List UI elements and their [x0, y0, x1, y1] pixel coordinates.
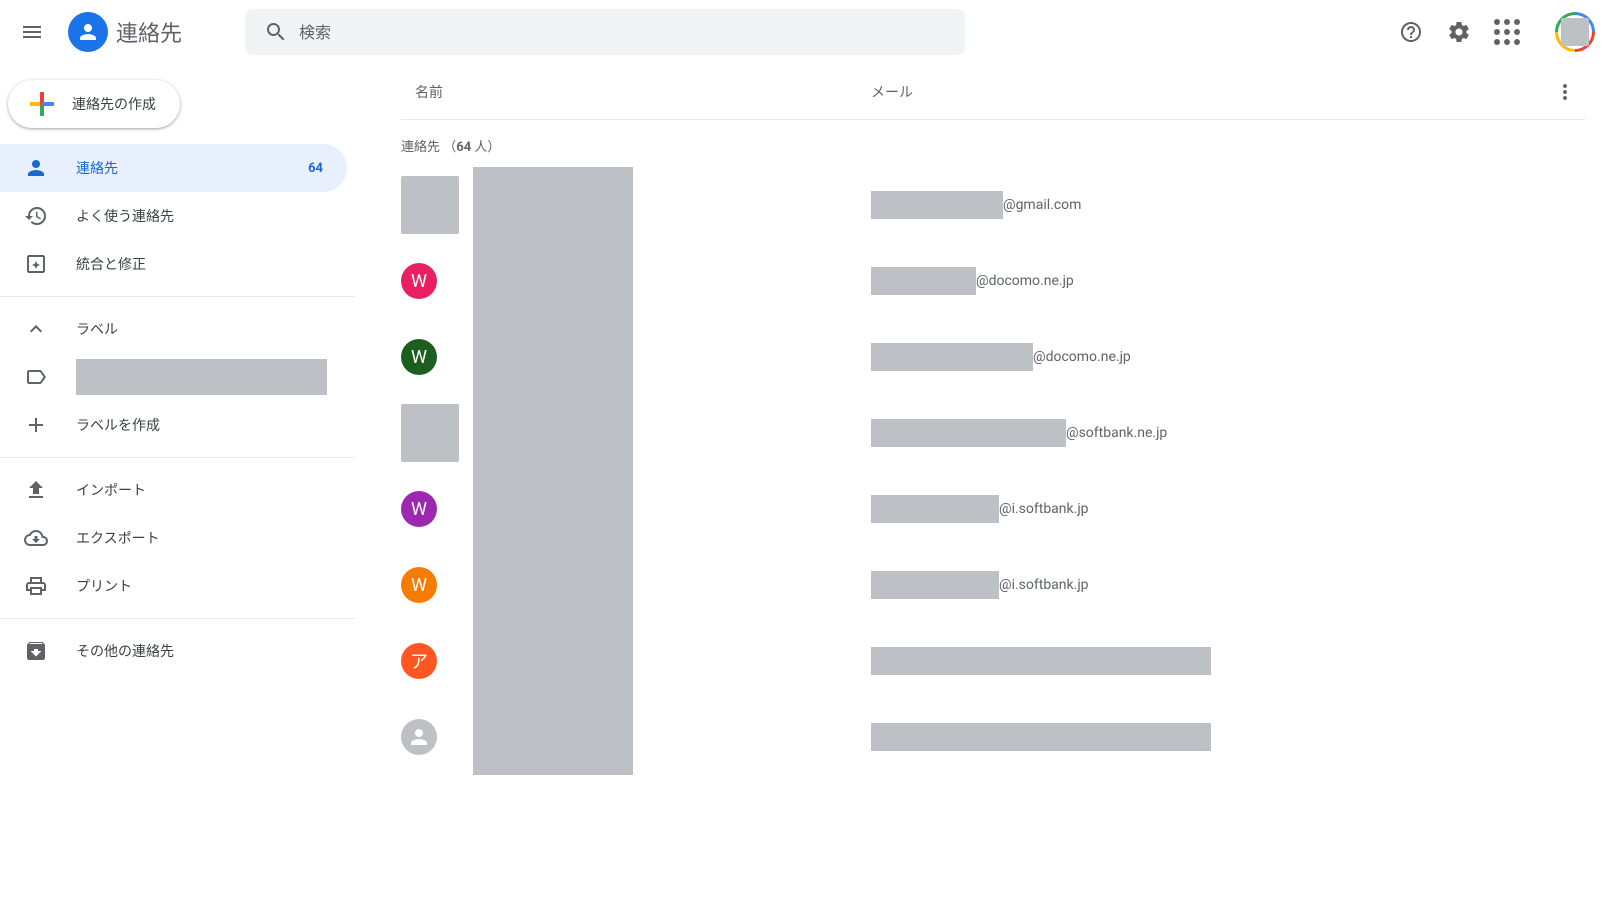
- contact-email: @softbank.ne.jp: [871, 419, 1585, 447]
- email-redacted: [871, 267, 976, 295]
- nav-count-contacts: 64: [308, 161, 323, 176]
- email-redacted: [871, 419, 1066, 447]
- nav-label-frequent: よく使う連絡先: [76, 206, 323, 226]
- print-icon: [24, 574, 48, 598]
- contact-avatar-icon: W: [401, 491, 437, 527]
- hamburger-icon: [20, 20, 44, 44]
- contact-email: @docomo.ne.jp: [871, 267, 1585, 295]
- sidebar-item-frequent[interactable]: よく使う連絡先: [0, 192, 347, 240]
- name-column-redacted: [473, 167, 633, 775]
- plus-icon: [24, 413, 48, 437]
- nav-label-contacts: 連絡先: [76, 158, 280, 178]
- upload-icon: [24, 478, 48, 502]
- nav-label-print: プリント: [76, 576, 323, 596]
- apps-grid-icon: [1494, 19, 1520, 45]
- help-icon: [1399, 20, 1423, 44]
- app-title: 連絡先: [116, 16, 182, 48]
- contact-avatar-icon: W: [401, 567, 437, 603]
- sidebar-create-label[interactable]: ラベルを作成: [0, 401, 347, 449]
- section-count-label: 連絡先 （64 人）: [401, 120, 1585, 167]
- contact-email: @gmail.com: [871, 191, 1585, 219]
- cloud-download-icon: [24, 526, 48, 550]
- divider: [0, 296, 355, 297]
- search-input[interactable]: [299, 23, 957, 42]
- email-redacted: [871, 191, 1003, 219]
- sidebar-item-print[interactable]: プリント: [0, 562, 347, 610]
- contact-email: [871, 647, 1585, 675]
- gear-icon: [1447, 20, 1471, 44]
- account-avatar-button[interactable]: [1555, 12, 1595, 52]
- contact-avatar-icon: [401, 176, 459, 234]
- email-redacted: [871, 723, 1211, 751]
- archive-icon: [24, 639, 48, 663]
- help-button[interactable]: [1391, 12, 1431, 52]
- contact-avatar-icon: ア: [401, 643, 437, 679]
- label-icon: [24, 365, 48, 389]
- sidebar-labels-header[interactable]: ラベル: [0, 305, 347, 353]
- nav-label-other: その他の連絡先: [76, 641, 323, 661]
- sidebar-item-import[interactable]: インポート: [0, 466, 347, 514]
- person-icon: [24, 156, 48, 180]
- nav-label-export: エクスポート: [76, 528, 323, 548]
- contact-avatar-icon: [401, 719, 437, 755]
- user-avatar-icon: [1561, 18, 1589, 46]
- divider: [0, 457, 355, 458]
- chevron-up-icon: [24, 317, 48, 341]
- email-redacted: [871, 571, 999, 599]
- contacts-logo-icon: [68, 12, 108, 52]
- contact-avatar-icon: W: [401, 263, 437, 299]
- sidebar: 連絡先の作成 連絡先 64 よく使う連絡先 統合と修正 ラベル ラベル: [0, 64, 355, 904]
- sidebar-item-export[interactable]: エクスポート: [0, 514, 347, 562]
- create-contact-button[interactable]: 連絡先の作成: [8, 80, 180, 128]
- settings-button[interactable]: [1439, 12, 1479, 52]
- search-icon: [253, 9, 299, 55]
- contact-email: [871, 723, 1585, 751]
- email-redacted: [871, 343, 1033, 371]
- nav-label-merge: 統合と修正: [76, 254, 323, 274]
- more-vert-icon: [1553, 80, 1577, 104]
- app-logo-area[interactable]: 連絡先: [64, 12, 182, 52]
- search-bar[interactable]: [245, 9, 965, 55]
- google-apps-button[interactable]: [1487, 12, 1527, 52]
- contact-email: @i.softbank.jp: [871, 571, 1585, 599]
- column-header-email: メール: [871, 82, 1545, 102]
- sidebar-item-merge[interactable]: 統合と修正: [0, 240, 347, 288]
- column-header-name: 名前: [401, 82, 871, 102]
- email-redacted: [871, 647, 1211, 675]
- history-icon: [24, 204, 48, 228]
- divider: [0, 618, 355, 619]
- list-options-button[interactable]: [1545, 72, 1585, 112]
- main-content: 名前 メール 連絡先 （64 人） @gmail.com W @docomo.ne.…: [355, 64, 1607, 904]
- list-header: 名前 メール: [401, 64, 1585, 120]
- nav-create-label-text: ラベルを作成: [76, 415, 323, 435]
- label-name-redacted: [76, 359, 327, 395]
- email-redacted: [871, 495, 999, 523]
- plus-multicolor-icon: [24, 86, 60, 122]
- contact-avatar-icon: [401, 404, 459, 462]
- sidebar-item-contacts[interactable]: 連絡先 64: [0, 144, 347, 192]
- sidebar-label-item[interactable]: [0, 353, 347, 401]
- contact-avatar-icon: W: [401, 339, 437, 375]
- main-menu-button[interactable]: [8, 8, 56, 56]
- nav-label-import: インポート: [76, 480, 323, 500]
- create-contact-label: 連絡先の作成: [72, 94, 156, 114]
- sparkle-icon: [24, 252, 48, 276]
- contact-email: @i.softbank.jp: [871, 495, 1585, 523]
- nav-labels-title: ラベル: [76, 319, 323, 339]
- sidebar-item-other[interactable]: その他の連絡先: [0, 627, 347, 675]
- contact-email: @docomo.ne.jp: [871, 343, 1585, 371]
